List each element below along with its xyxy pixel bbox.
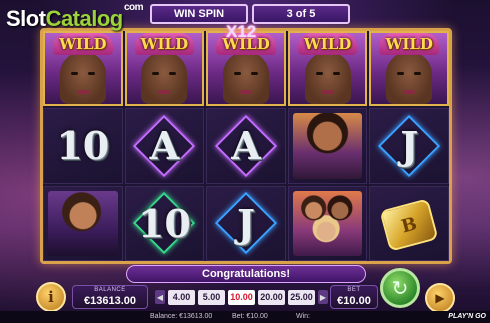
group-portrait-image [292,190,363,256]
symbol-woman-portrait [43,185,123,261]
balance-label: BALANCE [94,287,126,293]
watermark-catalog: Catalog [45,6,124,31]
playngo-logo: PLAY'N GO [448,313,486,320]
play-icon: ▶ [435,291,445,305]
wild-face [222,52,269,105]
spin-arrows-icon: ↻ [391,277,409,300]
bet-option[interactable]: 25.00 [288,289,315,305]
wild-face [141,52,188,105]
wild-text: WILD [140,35,189,53]
bet-option[interactable]: 4.00 [168,289,195,305]
congratulations-banner: Congratulations! [126,265,366,283]
multiplier: X12 [226,22,257,41]
wild-symbol: WILD [124,31,205,107]
symbol-ten: 10 [124,185,205,261]
balance-value: €13613.00 [84,295,136,307]
bet-selector: ◀ 4.00 5.00 10.00 20.00 25.00 ▶ [155,289,328,305]
wild-face [59,52,106,105]
wild-text: WILD [303,35,352,53]
autoplay-button[interactable]: ▶ [425,283,455,313]
wild-face [304,52,351,105]
win-spin-bar: WIN SPIN 3 of 5 [150,4,350,24]
bet-decrease-button[interactable]: ◀ [155,290,165,304]
wild-face [386,52,433,105]
symbol-group-portrait [287,185,368,261]
symbol-ace: A [206,108,286,184]
reel-grid: WILD WILD WILD WILD WILD 10 A A J 10 J B [43,31,449,261]
symbol-ten: 10 [43,108,123,184]
watermark-slot: Slot [6,6,46,31]
woman-portrait-image [48,190,118,256]
watermark-com: com [124,2,144,13]
symbol-woman-portrait [287,108,368,184]
wild-text: WILD [59,35,107,53]
gold-ring-icon: B [379,198,439,252]
bet-increase-button[interactable]: ▶ [318,290,328,304]
bet-label: BET [347,287,361,293]
bet-panel: BET €10.00 [330,285,378,309]
info-button[interactable]: i [36,282,66,312]
slotcatalog-watermark: SlotCatalog com [6,2,144,32]
symbol-jack: J [369,108,449,184]
bet-option[interactable]: 20.00 [258,289,285,305]
woman-portrait-image [292,113,363,179]
win-spin-label: WIN SPIN [150,4,248,24]
wild-text: WILD [385,35,433,53]
wild-symbol: WILD [206,31,286,107]
symbol-ace: A [124,108,205,184]
bet-value: €10.00 [337,295,371,307]
wild-symbol: WILD [43,31,123,107]
bet-option[interactable]: 5.00 [198,289,225,305]
balance-panel: BALANCE €13613.00 [72,285,148,309]
spin-button[interactable]: ↻ [380,268,420,308]
status-bet: Bet: €10.00 [232,313,268,320]
status-win: Win: [296,313,310,320]
bet-option-selected[interactable]: 10.00 [228,289,255,305]
spin-counter: 3 of 5 [252,4,350,24]
symbol-gold-ring: B [369,185,449,261]
wild-symbol: WILD [287,31,368,107]
status-balance: Balance: €13613.00 [150,313,213,320]
symbol-jack: J [206,185,286,261]
wild-symbol: WILD [369,31,449,107]
status-bar: Balance: €13613.00 Bet: €10.00 Win: PLAY… [0,311,490,323]
